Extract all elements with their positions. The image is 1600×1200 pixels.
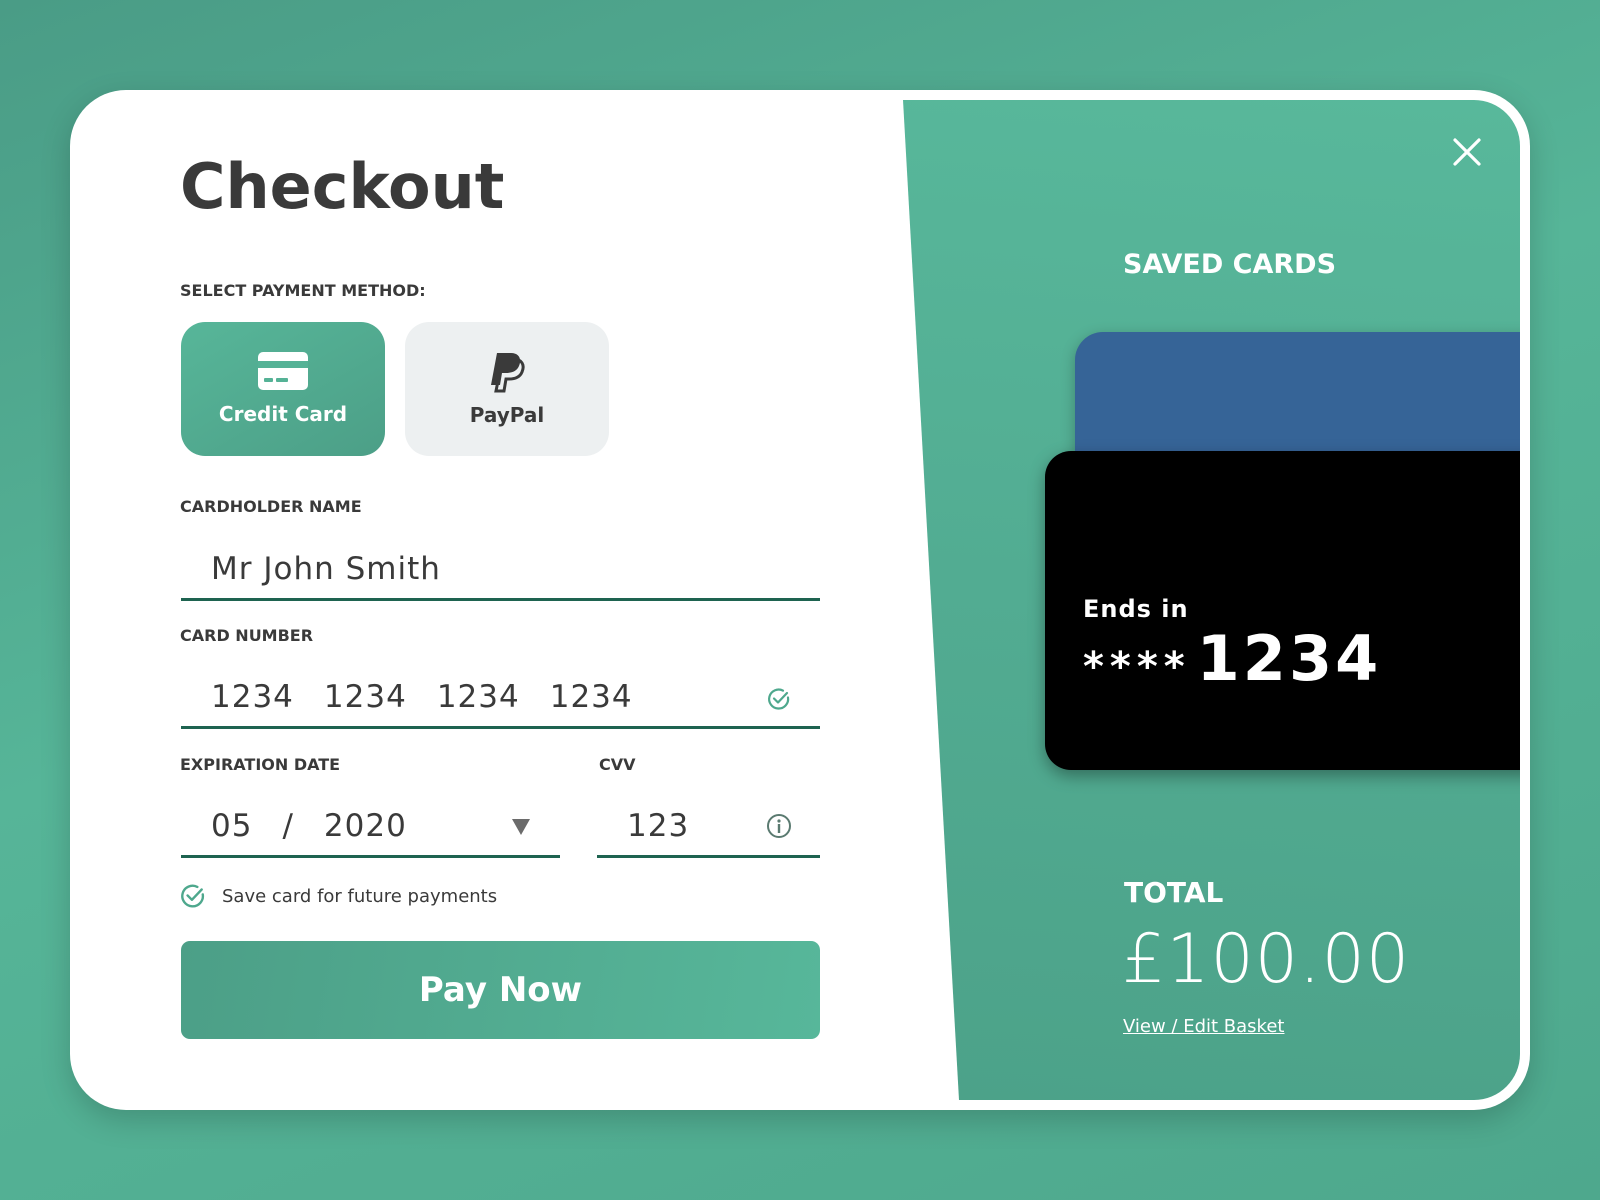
card-number-group: 1234 bbox=[211, 679, 294, 715]
expiration-label: EXPIRATION DATE bbox=[180, 755, 341, 774]
save-card-label: Save card for future payments bbox=[222, 885, 498, 907]
cardholder-name-input[interactable]: Mr John Smith bbox=[181, 540, 820, 601]
save-card-checkbox[interactable]: Save card for future payments bbox=[180, 883, 497, 909]
card-ends-in-label: Ends in bbox=[1083, 595, 1189, 623]
total-label: TOTAL bbox=[1124, 876, 1224, 909]
total-value: £100.00 bbox=[1122, 920, 1411, 999]
card-last4: 1234 bbox=[1196, 622, 1382, 695]
cvv-input[interactable]: 123 bbox=[597, 797, 820, 858]
payment-method-paypal[interactable]: PayPal bbox=[405, 322, 609, 456]
cvv-value: 123 bbox=[627, 808, 690, 844]
check-circle-icon bbox=[768, 688, 790, 710]
paypal-icon bbox=[491, 353, 525, 393]
card-masked-number: **** 1234 bbox=[1083, 622, 1381, 695]
cvv-label: CVV bbox=[599, 755, 636, 774]
card-number-value: 1234 1234 1234 1234 bbox=[211, 679, 663, 715]
expiration-date-select[interactable]: 05 / 2020 bbox=[181, 797, 560, 858]
cardholder-label: CARDHOLDER NAME bbox=[180, 497, 362, 516]
expiration-year: 2020 bbox=[323, 808, 407, 844]
card-number-group: 1234 bbox=[323, 679, 407, 715]
payment-method-label: SELECT PAYMENT METHOD: bbox=[180, 281, 426, 300]
payment-method-label-text: PayPal bbox=[469, 403, 545, 427]
pay-now-button[interactable]: Pay Now bbox=[181, 941, 820, 1039]
view-edit-basket-link[interactable]: View / Edit Basket bbox=[1123, 1016, 1284, 1037]
check-circle-icon bbox=[181, 884, 205, 908]
card-number-label: CARD NUMBER bbox=[180, 626, 314, 645]
triangle-down-icon[interactable] bbox=[511, 818, 531, 836]
card-number-group: 1234 bbox=[549, 679, 633, 715]
cardholder-value: Mr John Smith bbox=[211, 551, 441, 587]
card-number-input[interactable]: 1234 1234 1234 1234 bbox=[181, 668, 820, 729]
info-circle-icon[interactable] bbox=[766, 813, 792, 839]
expiration-separator: / bbox=[282, 808, 294, 844]
expiration-month: 05 bbox=[211, 808, 253, 844]
payment-method-label-text: Credit Card bbox=[218, 402, 348, 426]
card-mask: **** bbox=[1083, 644, 1191, 690]
credit-card-icon bbox=[258, 352, 308, 390]
card-number-group: 1234 bbox=[436, 679, 520, 715]
payment-method-credit-card[interactable]: Credit Card bbox=[181, 322, 385, 456]
page-title: Checkout bbox=[180, 150, 505, 223]
